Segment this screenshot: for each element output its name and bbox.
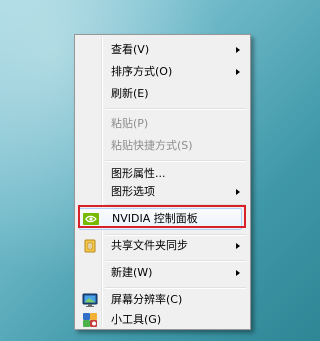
menu-item-label: 小工具(G): [111, 313, 162, 326]
menu-item-gadgets[interactable]: 小工具(G): [77, 309, 248, 331]
menu-item-label: 新建(W): [111, 266, 153, 279]
submenu-arrow-icon: [236, 69, 240, 75]
menu-item-label: 排序方式(O): [111, 65, 173, 78]
sync-folder-icon: [82, 238, 98, 254]
menu-item-new[interactable]: 新建(W): [77, 262, 248, 284]
menu-separator: [105, 108, 246, 110]
menu-item-label: NVIDIA 控制面板: [112, 212, 198, 225]
submenu-arrow-icon: [236, 189, 240, 195]
menu-item-share-folder-sync[interactable]: 共享文件夹同步: [77, 235, 248, 257]
screen-resolution-icon: [82, 292, 98, 308]
menu-separator: [105, 160, 246, 162]
menu-item-label: 粘贴快捷方式(S): [111, 139, 193, 152]
submenu-arrow-icon: [236, 243, 240, 249]
menu-item-label: 屏幕分辨率(C): [111, 293, 183, 306]
menu-item-label: 图形选项: [111, 185, 155, 198]
menu-item-label: 共享文件夹同步: [111, 239, 188, 252]
gadgets-icon: [82, 312, 98, 328]
menu-item-paste[interactable]: 粘贴(P): [77, 113, 248, 135]
menu-separator: [105, 204, 246, 206]
menu-item-label: 图形属性...: [111, 167, 166, 180]
nvidia-logo-icon: [83, 211, 99, 227]
menu-item-nvidia-control-panel[interactable]: NVIDIA 控制面板: [79, 208, 242, 230]
menu-item-sort-by[interactable]: 排序方式(O): [77, 61, 248, 83]
menu-item-graphics-options[interactable]: 图形选项: [77, 181, 248, 203]
submenu-arrow-icon: [236, 270, 240, 276]
desktop-context-menu: 查看(V) 排序方式(O) 刷新(E) 粘贴(P) 粘贴快捷方式(S) 图形属性…: [74, 34, 251, 330]
menu-item-screen-resolution[interactable]: 屏幕分辨率(C): [77, 289, 248, 311]
menu-item-refresh[interactable]: 刷新(E): [77, 83, 248, 105]
menu-item-label: 查看(V): [111, 43, 150, 56]
menu-item-view[interactable]: 查看(V): [77, 39, 248, 61]
submenu-arrow-icon: [236, 47, 240, 53]
menu-item-paste-shortcut[interactable]: 粘贴快捷方式(S): [77, 135, 248, 157]
menu-item-label: 粘贴(P): [111, 117, 149, 130]
menu-item-label: 刷新(E): [111, 87, 149, 100]
